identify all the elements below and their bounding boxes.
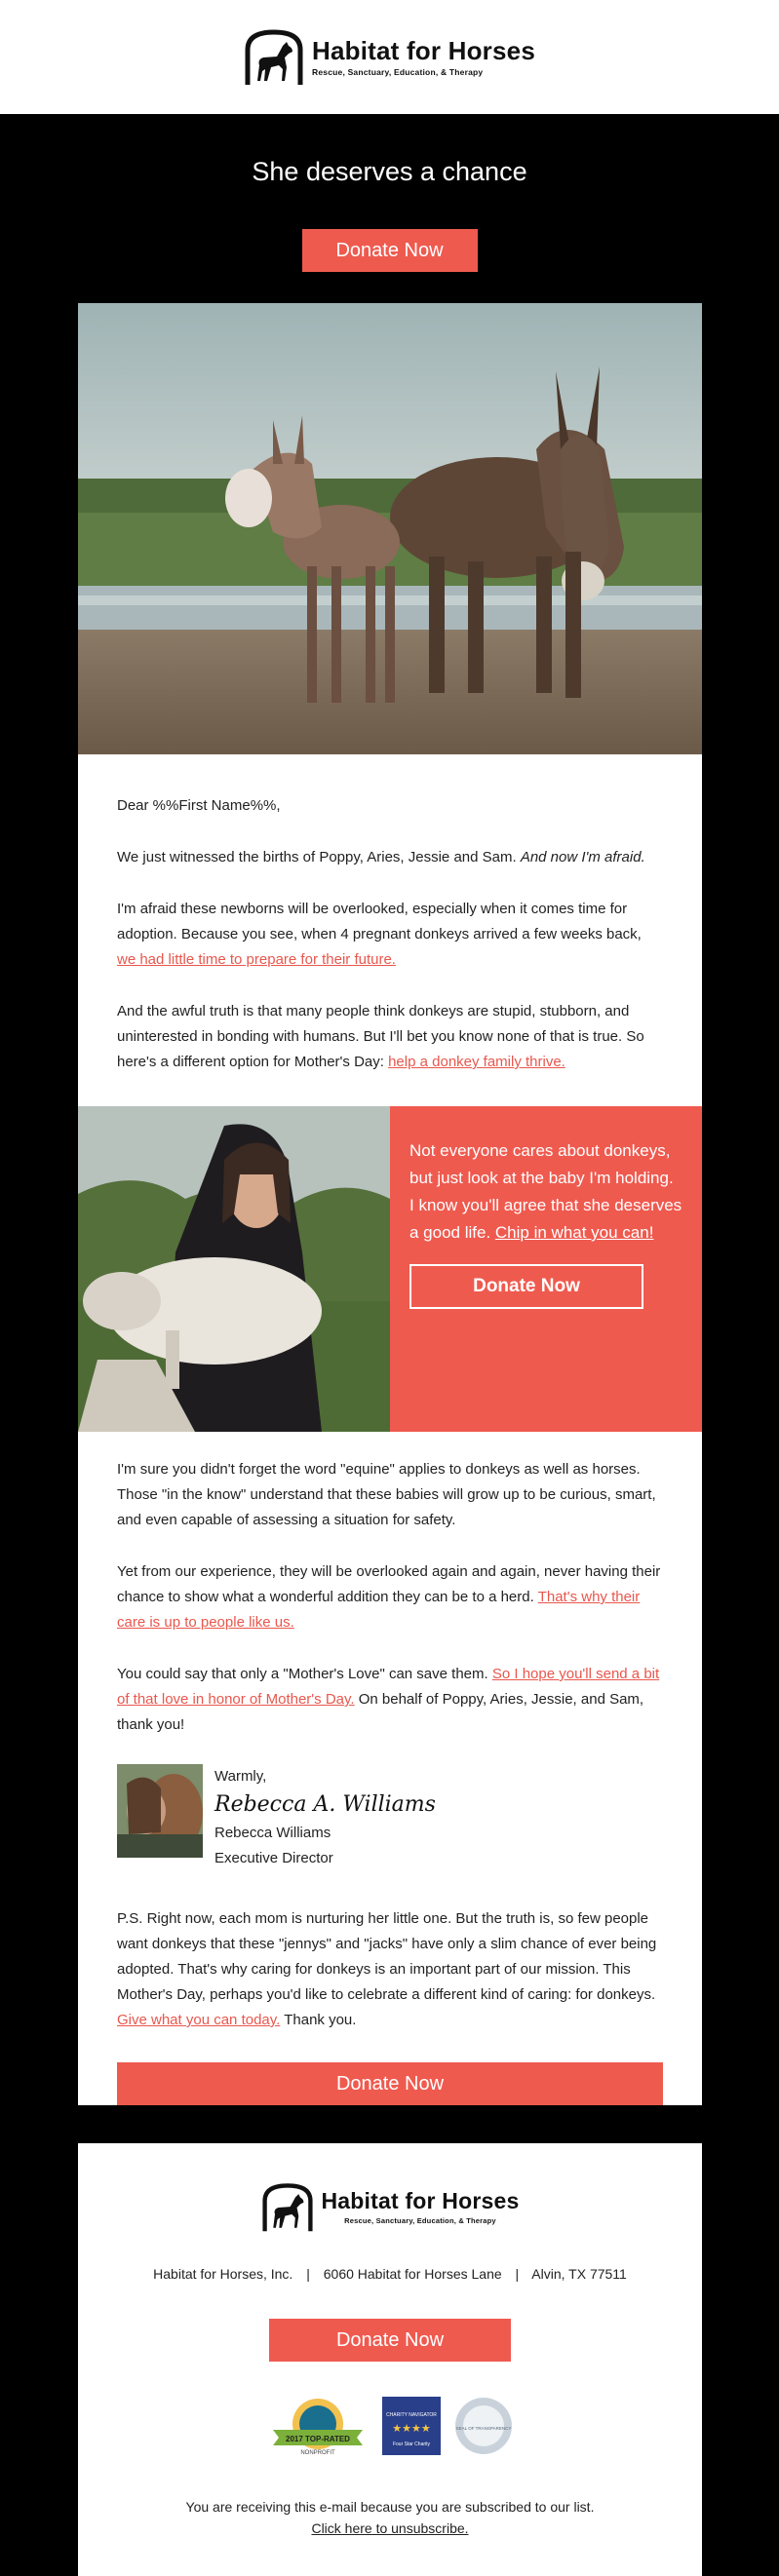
footer-brand-logo[interactable]: Habitat for Horses Rescue, Sanctuary, Ed… (261, 2182, 520, 2233)
transparency-seal-badge-icon[interactable]: SEAL OF TRANSPARENCY (454, 2397, 513, 2455)
paragraph-5: Yet from our experience, they will be ov… (117, 1563, 661, 1631)
donate-now-button-footer[interactable]: Donate Now (269, 2319, 511, 2362)
rebecca-portrait-photo (117, 1764, 203, 1858)
letter-body: Dear %%First Name%%, We just witnessed t… (78, 754, 702, 1075)
letter-card: Dear %%First Name%%, We just witnessed t… (78, 303, 702, 2105)
donkey-mother-and-foal-photo (78, 303, 702, 754)
hero-title: She deserves a chance (252, 157, 527, 186)
footer-brand-name: Habitat for Horses (321, 2188, 520, 2213)
paragraph-2: I'm afraid these newborns will be overlo… (117, 901, 642, 968)
badge-subtext: Four Star Charity (393, 2441, 431, 2447)
closing: Warmly, (214, 1768, 267, 1785)
email-header: Habitat for Horses Rescue, Sanctuary, Ed… (0, 0, 779, 114)
paragraph-3: And the awful truth is that many people … (117, 1003, 644, 1070)
woman-holding-foal-photo (78, 1106, 390, 1432)
callout-text: Not everyone cares about donkeys, but ju… (409, 1141, 682, 1242)
donate-now-button-callout[interactable]: Donate Now (409, 1264, 643, 1309)
city-state-zip: Alvin, TX 77511 (531, 2266, 627, 2282)
callout-block: Not everyone cares about donkeys, but ju… (78, 1106, 702, 1432)
footer-address: Habitat for Horses, Inc. | 6060 Habitat … (78, 2266, 702, 2282)
horse-logo-icon (245, 28, 303, 85)
signature-block: Warmly, Rebecca A. Williams Rebecca Will… (117, 1764, 663, 1871)
portrait-image (117, 1764, 203, 1858)
give-today-link[interactable]: Give what you can today. (117, 2012, 280, 2028)
handwritten-signature: Rebecca A. Williams (214, 1792, 436, 1817)
chip-in-link[interactable]: Chip in what you can! (495, 1223, 654, 1242)
charity-navigator-badge-icon[interactable]: CHARITY NAVIGATOR ★★★★ Four Star Charity (382, 2397, 441, 2455)
callout-panel: Not everyone cares about donkeys, but ju… (390, 1106, 702, 1432)
badge-text: CHARITY NAVIGATOR (386, 2412, 437, 2418)
badge-text: SEAL OF TRANSPARENCY (456, 2426, 512, 2431)
guidestar-rosette-badge-icon[interactable]: 2017 TOP-RATED NONPROFIT (267, 2395, 369, 2457)
horse-logo-icon (261, 2183, 313, 2232)
donkeys-image (78, 303, 702, 754)
subscribed-text: You are receiving this e-mail because yo… (185, 2499, 595, 2515)
badge-subtext: NONPROFIT (300, 2450, 335, 2456)
unsubscribe-link[interactable]: Click here to unsubscribe. (311, 2520, 468, 2536)
address-separator: | (515, 2266, 520, 2282)
address-separator: | (306, 2266, 310, 2282)
prepare-future-link[interactable]: we had little time to prepare for their … (117, 951, 396, 968)
email-footer: Habitat for Horses Rescue, Sanctuary, Ed… (78, 2143, 702, 2576)
paragraph-1: We just witnessed the births of Poppy, A… (117, 849, 645, 865)
greeting: Dear %%First Name%%, (117, 797, 281, 814)
subscription-notice: You are receiving this e-mail because yo… (78, 2496, 702, 2539)
footer-brand-tagline: Rescue, Sanctuary, Education, & Therapy (344, 2216, 496, 2225)
trust-badges: 2017 TOP-RATED NONPROFIT CHARITY NAVIGAT… (78, 2395, 702, 2457)
signer-name: Rebecca Williams (214, 1825, 331, 1841)
donate-now-button-bottom[interactable]: Donate Now (117, 2062, 663, 2105)
stars-icon: ★★★★ (392, 2423, 431, 2435)
help-donkey-family-link[interactable]: help a donkey family thrive. (388, 1054, 565, 1070)
brand-name: Habitat for Horses (312, 35, 535, 65)
paragraph-4: I'm sure you didn't forget the word "equ… (117, 1461, 656, 1528)
org-name: Habitat for Horses, Inc. (153, 2266, 293, 2282)
brand-tagline: Rescue, Sanctuary, Education, & Therapy (312, 66, 484, 77)
postscript: P.S. Right now, each mom is nurturing he… (117, 1910, 657, 2028)
signer-title: Executive Director (214, 1850, 333, 1866)
donate-now-button-top[interactable]: Donate Now (301, 229, 478, 272)
street-address: 6060 Habitat for Horses Lane (323, 2266, 502, 2282)
paragraph-6: You could say that only a "Mother's Love… (117, 1666, 660, 1733)
woman-foal-image (78, 1106, 390, 1432)
brand-logo[interactable]: Habitat for Horses Rescue, Sanctuary, Ed… (244, 28, 535, 87)
badge-text: 2017 TOP-RATED (286, 2435, 350, 2443)
emphasis-text: And now I'm afraid. (520, 849, 645, 865)
letter-body-2: I'm sure you didn't forget the word "equ… (78, 1432, 702, 2105)
